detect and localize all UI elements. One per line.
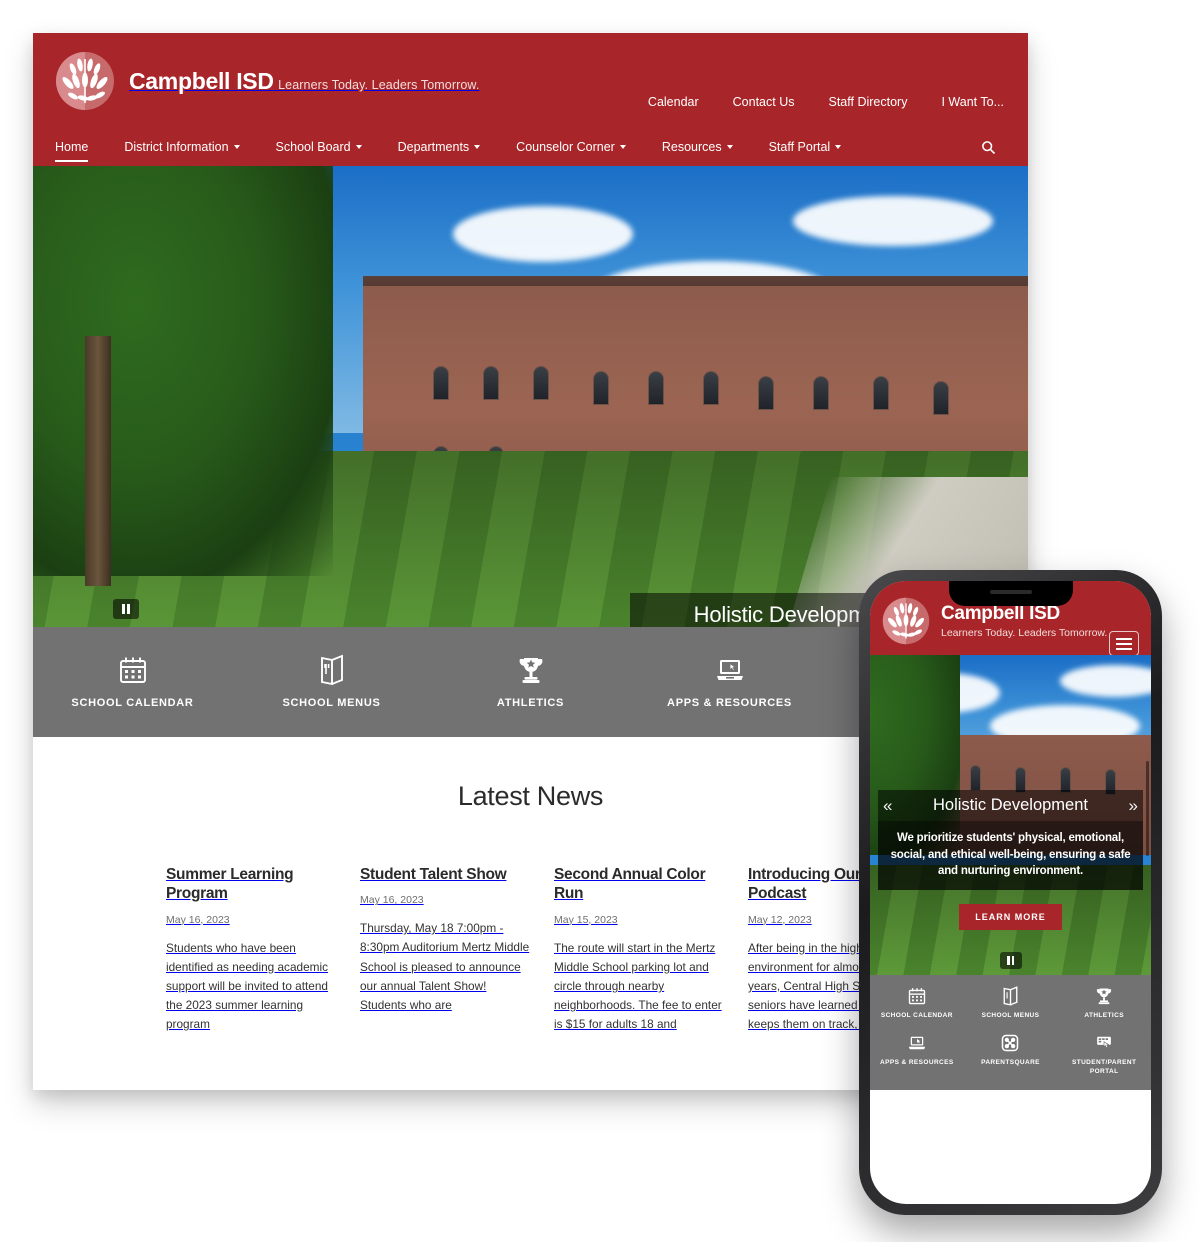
news-card[interactable]: Second Annual Color Run May 15, 2023 The… <box>554 850 726 1034</box>
mobile-quicklink-label: Apps & Resources <box>880 1059 954 1067</box>
chevron-down-icon <box>835 145 842 149</box>
carousel-pause-button[interactable] <box>113 599 139 619</box>
site-header: Campbell ISD Learners Today. Leaders Tom… <box>33 33 1028 129</box>
menu-book-icon <box>317 653 347 687</box>
quicklink-school-calendar[interactable]: School Calendar <box>33 653 232 711</box>
hero-carousel: Holistic Development We prioritize stude… <box>33 166 1028 627</box>
nav-item-label: Staff Portal <box>768 139 831 154</box>
news-card-date: May 15, 2023 <box>554 913 618 926</box>
news-card-body: The route will start in the Mertz Middle… <box>554 940 722 1032</box>
mobile-quick-links-bar: School Calendar School Menus <box>870 975 1151 1091</box>
quicklink-label: Athletics <box>496 697 565 710</box>
tree-circle-logo-icon <box>882 597 930 645</box>
mobile-quicklink-label: School Menus <box>981 1012 1040 1019</box>
site-logo-link[interactable]: Campbell ISD Learners Today. Leaders Tom… <box>55 51 479 111</box>
mobile-brand-name: Campbell ISD <box>941 603 1060 624</box>
mobile-quicklink-student-parent-portal[interactable]: Student/Parent Portal <box>1057 1032 1151 1076</box>
phone-notch <box>948 581 1073 606</box>
nav-item-district-information[interactable]: District Information <box>124 139 240 156</box>
hero-campus-photo <box>33 166 1028 627</box>
nav-item-home[interactable]: Home <box>55 139 89 162</box>
quicklink-label: School Menus <box>282 697 381 710</box>
chevron-down-icon <box>355 145 362 149</box>
trophy-icon <box>515 653 547 687</box>
mobile-quicklink-label: Student/Parent Portal <box>1071 1059 1137 1075</box>
mobile-quicklink-label: ParentSquare <box>981 1059 1040 1067</box>
trophy-icon <box>1094 985 1114 1007</box>
chevron-left-icon[interactable]: « <box>883 796 892 816</box>
calendar-icon <box>907 985 927 1007</box>
news-card-date: May 16, 2023 <box>360 894 424 907</box>
quicklink-apps-resources[interactable]: Apps & Resources <box>630 653 829 711</box>
mobile-quicklink-athletics[interactable]: Athletics <box>1057 985 1151 1020</box>
tree-circle-logo-icon <box>55 51 115 111</box>
utility-nav-contact-us[interactable]: Contact Us <box>733 95 795 109</box>
portal-hand-icon <box>1094 1032 1114 1054</box>
mobile-hero-learn-more-button[interactable]: LEARN MORE <box>959 904 1062 931</box>
utility-nav-calendar[interactable]: Calendar <box>648 95 699 109</box>
mobile-website-screen: Campbell ISD Learners Today. Leaders Tom… <box>870 581 1151 1204</box>
news-card-title: Student Talent Show <box>360 866 507 883</box>
nav-item-staff-portal[interactable]: Staff Portal <box>769 140 842 156</box>
nav-item-label: School Board <box>275 139 351 154</box>
quicklink-school-menus[interactable]: School Menus <box>232 653 431 711</box>
nav-item-label: District Information <box>124 139 229 154</box>
utility-nav-staff-directory[interactable]: Staff Directory <box>829 95 908 109</box>
parentsquare-icon <box>1000 1032 1020 1054</box>
news-card-title: Second Annual Color Run <box>554 866 706 903</box>
mobile-quicklink-parentsquare[interactable]: ParentSquare <box>964 1032 1058 1076</box>
mobile-phone-mockup: Campbell ISD Learners Today. Leaders Tom… <box>859 570 1162 1215</box>
nav-item-label: Counselor Corner <box>516 139 615 154</box>
mobile-hero-subtitle: We prioritize students' physical, emotio… <box>878 821 1143 891</box>
nav-item-label: Departments <box>397 139 470 154</box>
mobile-brand-tagline: Learners Today. Leaders Tomorrow. <box>941 627 1108 639</box>
mobile-hero-caption: « Holistic Development » We prioritize s… <box>878 790 1143 931</box>
utility-nav: Calendar Contact Us Staff Directory I Wa… <box>648 95 1004 109</box>
mobile-quicklink-school-calendar[interactable]: School Calendar <box>870 985 964 1020</box>
nav-item-resources[interactable]: Resources <box>662 140 733 156</box>
nav-item-counselor-corner[interactable]: Counselor Corner <box>516 140 626 156</box>
nav-item-departments[interactable]: Departments <box>398 140 481 156</box>
mobile-quicklink-school-menus[interactable]: School Menus <box>964 985 1058 1020</box>
mobile-quicklink-label: School Calendar <box>880 1012 953 1019</box>
brand-name: Campbell ISD <box>129 67 274 94</box>
mobile-hero-title: « Holistic Development » <box>878 790 1143 821</box>
phone-speaker <box>989 590 1032 594</box>
mobile-hero-title-text: Holistic Development <box>933 796 1088 814</box>
chevron-down-icon <box>726 145 733 149</box>
news-card-title: Summer Learning Program <box>166 866 294 903</box>
news-card[interactable]: Student Talent Show May 16, 2023 Thursda… <box>360 850 532 1034</box>
quicklink-label: School Calendar <box>71 697 194 710</box>
laptop-icon <box>907 1032 927 1054</box>
quicklink-label: Apps & Resources <box>667 697 792 710</box>
mobile-quicklink-label: Athletics <box>1084 1012 1124 1019</box>
news-card-body: Students who have been identified as nee… <box>166 940 328 1032</box>
news-card-date: May 16, 2023 <box>166 913 230 926</box>
mobile-menu-button[interactable] <box>1109 631 1139 656</box>
mobile-quicklink-apps-resources[interactable]: Apps & Resources <box>870 1032 964 1076</box>
menu-book-icon <box>1001 985 1020 1007</box>
chevron-down-icon <box>233 145 240 149</box>
main-navigation: Home District Information School Board D… <box>33 129 1028 166</box>
nav-item-label: Home <box>55 139 89 154</box>
chevron-down-icon <box>619 145 626 149</box>
search-icon[interactable] <box>981 140 996 155</box>
quicklink-athletics[interactable]: Athletics <box>431 653 630 711</box>
chevron-right-icon[interactable]: » <box>1129 796 1138 816</box>
nav-item-school-board[interactable]: School Board <box>276 140 362 156</box>
news-card-body: Thursday, May 18 7:00pm - 8:30pm Auditor… <box>360 921 530 1012</box>
calendar-icon <box>117 653 149 687</box>
chevron-down-icon <box>474 145 481 149</box>
brand-tagline: Learners Today. Leaders Tomorrow. <box>278 77 480 92</box>
nav-item-label: Resources <box>661 139 722 154</box>
laptop-icon <box>714 653 746 687</box>
utility-nav-i-want-to[interactable]: I Want To... <box>941 95 1004 109</box>
mobile-hero-carousel: « Holistic Development » We prioritize s… <box>870 655 1151 975</box>
news-card[interactable]: Summer Learning Program May 16, 2023 Stu… <box>166 850 338 1034</box>
mobile-carousel-pause-button[interactable] <box>999 952 1022 969</box>
mobile-scrollbar[interactable] <box>1146 761 1149 856</box>
